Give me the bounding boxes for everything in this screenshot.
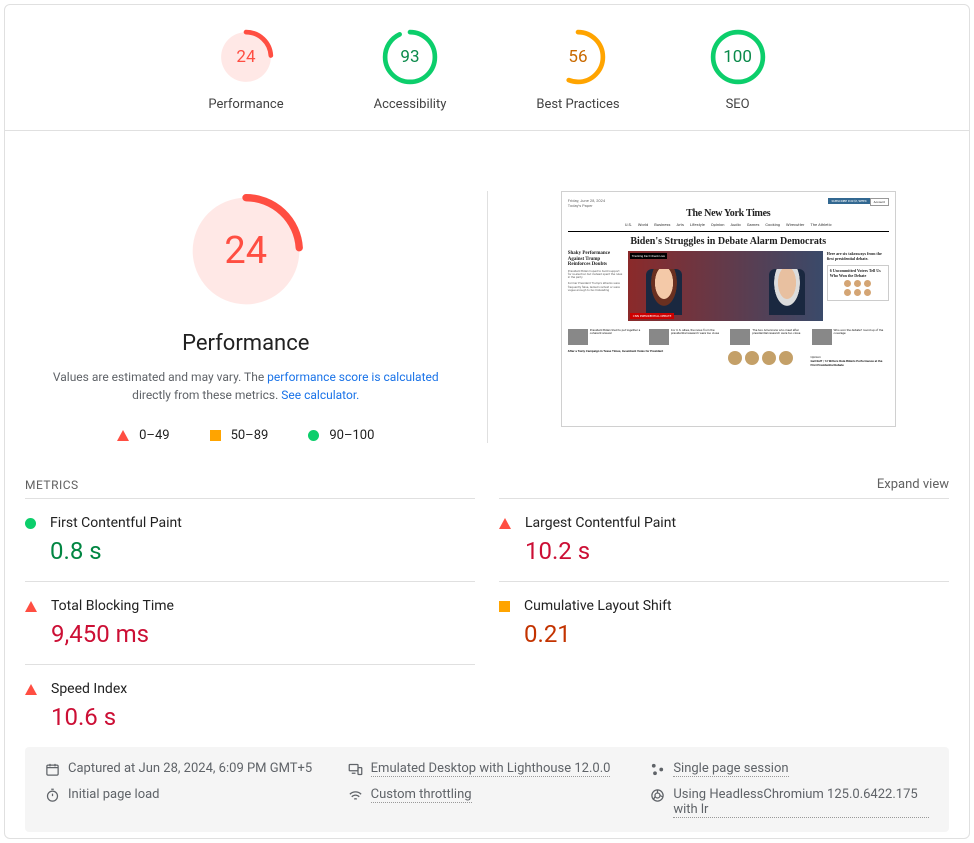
score-legend: 0–49 50–89 90–100 [117, 428, 374, 443]
footer-throttling: Custom throttling [348, 787, 627, 818]
performance-title: Performance [182, 331, 309, 356]
metric-fcp[interactable]: First Contentful Paint 0.8 s [25, 498, 475, 581]
footer-text[interactable]: Emulated Desktop with Lighthouse 12.0.0 [371, 761, 611, 777]
triangle-red-icon [117, 430, 129, 441]
metrics-title: METRICS [25, 478, 79, 492]
footer-session: Single page session [650, 761, 929, 777]
score-calc-link[interactable]: performance score is calculated [267, 370, 438, 384]
screenshot-panel: SUBSCRIBE FOR $1/WEEK Account Friday, Ju… [488, 191, 950, 443]
circle-green-icon [25, 518, 36, 529]
footer-initial: Initial page load [45, 787, 324, 818]
gauge-circle: 100 [710, 29, 766, 85]
metric-value: 9,450 ms [51, 620, 475, 648]
gauge-seo[interactable]: 100 SEO [710, 29, 766, 112]
ss-subscribe-button: SUBSCRIBE FOR $1/WEEK [828, 198, 871, 204]
triangle-red-icon [499, 518, 511, 529]
ss-sidehead: Here are six takeaways from the first pr… [827, 251, 889, 261]
nodes-icon [650, 762, 665, 777]
ss-subhead: Shaky Performance Against Trump Reinforc… [568, 251, 624, 268]
performance-big-gauge: 24 [186, 191, 306, 311]
desc-text: directly from these metrics. [132, 388, 281, 402]
report-container: 24 Performance 93 Accessibility 56 Best … [4, 4, 970, 839]
gauge-accessibility[interactable]: 93 Accessibility [374, 29, 447, 112]
ss-main-image: Tracking Fact Check Live CNN PRESIDENTIA… [628, 251, 823, 321]
square-orange-icon [499, 601, 510, 612]
see-calculator-link[interactable]: See calculator. [281, 388, 359, 402]
metric-name: Speed Index [51, 681, 475, 697]
metric-name: Cumulative Layout Shift [524, 598, 949, 614]
footer-chromium: Using HeadlessChromium 125.0.6422.175 wi… [650, 787, 929, 818]
gauge-score: 93 [382, 29, 438, 85]
gauge-best-practices[interactable]: 56 Best Practices [536, 29, 619, 112]
footer-text: Captured at Jun 28, 2024, 6:09 PM GMT+5 [68, 761, 312, 776]
metric-value: 10.2 s [525, 537, 949, 565]
metric-name: First Contentful Paint [50, 515, 475, 531]
legend-label: 90–100 [329, 428, 374, 443]
triangle-red-icon [25, 684, 37, 695]
gauge-score: 100 [710, 29, 766, 85]
ss-nav: U.S.WorldBusinessArtsLifestyleOpinionAud… [568, 222, 889, 229]
metrics-grid: First Contentful Paint 0.8 s Largest Con… [5, 498, 969, 747]
square-orange-icon [210, 430, 221, 441]
metric-si[interactable]: Speed Index 10.6 s [25, 664, 475, 747]
metric-name: Largest Contentful Paint [525, 515, 949, 531]
gauge-score: 24 [218, 29, 274, 85]
ss-logo: The New York Times [568, 208, 889, 219]
gauge-performance[interactable]: 24 Performance [208, 29, 283, 112]
metric-lcp[interactable]: Largest Contentful Paint 10.2 s [499, 498, 949, 581]
desc-text: Values are estimated and may vary. The [53, 370, 267, 384]
legend-fail: 0–49 [117, 428, 169, 443]
ss-account: Account [870, 198, 889, 206]
footer-emulated: Emulated Desktop with Lighthouse 12.0.0 [348, 761, 627, 777]
gauge-score: 56 [550, 29, 606, 85]
ss-votebox-title: 6 Uncommitted Voters Tell Us Who Won the… [830, 268, 886, 278]
metric-cls[interactable]: Cumulative Layout Shift 0.21 [499, 581, 949, 664]
metric-tbt[interactable]: Total Blocking Time 9,450 ms [25, 581, 475, 664]
footer-captured: Captured at Jun 28, 2024, 6:09 PM GMT+5 [45, 761, 324, 777]
legend-label: 0–49 [139, 428, 169, 443]
performance-summary: 24 Performance Values are estimated and … [25, 191, 488, 443]
gauge-label: Best Practices [536, 97, 619, 112]
footer-text[interactable]: Using HeadlessChromium 125.0.6422.175 wi… [673, 787, 929, 818]
metric-value: 10.6 s [51, 703, 475, 731]
performance-section: 24 Performance Values are estimated and … [5, 131, 969, 467]
gauge-label: Accessibility [374, 97, 447, 112]
chrome-icon [650, 788, 665, 803]
timer-icon [45, 788, 60, 803]
gauge-circle: 56 [550, 29, 606, 85]
gauges-row: 24 Performance 93 Accessibility 56 Best … [5, 5, 969, 131]
legend-label: 50–89 [231, 428, 269, 443]
performance-description: Values are estimated and may vary. The p… [36, 368, 456, 404]
metric-value: 0.21 [524, 620, 949, 648]
ss-todays-paper: Today's Paper [568, 203, 593, 208]
legend-avg: 50–89 [210, 428, 269, 443]
runtime-footer: Captured at Jun 28, 2024, 6:09 PM GMT+5 … [25, 747, 949, 832]
page-screenshot: SUBSCRIBE FOR $1/WEEK Account Friday, Ju… [561, 191, 896, 427]
metrics-header: METRICS Expand view [5, 467, 969, 498]
circle-green-icon [308, 430, 319, 441]
ss-headline: Biden's Struggles in Debate Alarm Democr… [608, 236, 849, 247]
gauge-label: Performance [208, 97, 283, 112]
performance-big-score: 24 [186, 191, 306, 311]
gauge-circle: 93 [382, 29, 438, 85]
wifi-icon [348, 788, 363, 803]
triangle-red-icon [25, 601, 37, 612]
calendar-icon [45, 762, 60, 777]
metric-name: Total Blocking Time [51, 598, 475, 614]
legend-pass: 90–100 [308, 428, 374, 443]
footer-text[interactable]: Single page session [673, 761, 788, 777]
expand-view-link[interactable]: Expand view [877, 477, 949, 492]
gauge-circle: 24 [218, 29, 274, 85]
footer-text: Initial page load [68, 787, 160, 802]
metric-value: 0.8 s [50, 537, 475, 565]
gauge-label: SEO [726, 97, 750, 112]
devices-icon [348, 762, 363, 777]
footer-text[interactable]: Custom throttling [371, 787, 472, 803]
